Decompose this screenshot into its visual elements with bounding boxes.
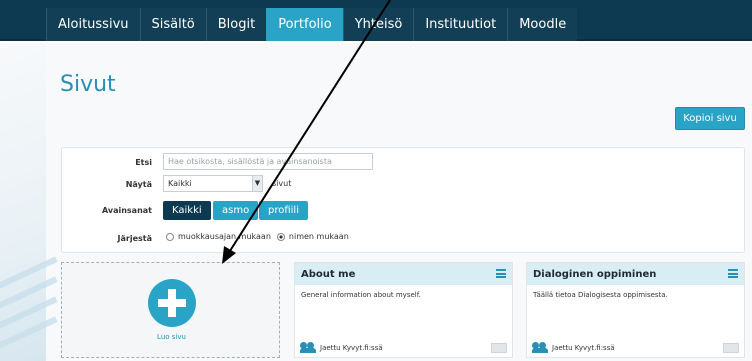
page-card-dialoginen[interactable]: Dialoginen oppiminen Täällä tietoa Dialo… [526,262,745,358]
card-action-box[interactable] [491,343,507,353]
card-action-box[interactable] [723,343,739,353]
card-title-text[interactable]: Dialoginen oppiminen [533,269,656,280]
nav-item-blogit[interactable]: Blogit [205,8,267,41]
menu-icon[interactable] [496,269,506,278]
page-title: Sivut [60,72,116,97]
sort-label: Järjestä [117,234,152,243]
tag-asmo[interactable]: asmo [213,201,259,220]
create-page-card[interactable]: Luo sivu [61,262,280,358]
nav-item-portfolio[interactable]: Portfolio [266,8,343,41]
menu-icon[interactable] [728,269,738,278]
sort-radio-modified[interactable] [166,232,174,241]
create-page-label[interactable]: Luo sivu [62,333,281,341]
tag-kaikki[interactable]: Kaikki [163,201,211,220]
tag-profiili[interactable]: profiili [259,201,308,220]
sort-option-name-label: nimen mukaan [288,232,349,241]
copy-page-button[interactable]: Kopioi sivu [675,107,745,130]
nav-item-yhteiso[interactable]: Yhteisö [342,8,414,41]
filter-panel: Etsi Hae otsikosta, sisällöstä ja avains… [61,147,745,253]
card-footer: Jaettu Kyvyt.fi:ssä [300,342,383,353]
sort-option-modified-label: muokkausajan mukaan [178,232,271,241]
card-title[interactable]: About me [295,263,512,285]
group-icon [532,342,548,353]
card-description: General information about myself. [301,291,421,299]
page-card-about-me[interactable]: About me General information about mysel… [294,262,513,358]
card-title[interactable]: Dialoginen oppiminen [527,263,744,285]
tags-label: Avainsanat [101,206,152,215]
show-select-value: Kaikki [168,179,192,188]
main-nav: Aloitussivu Sisältö Blogit Portfolio Yht… [46,8,578,41]
shared-text: Jaettu Kyvyt.fi:ssä [552,343,615,352]
nav-item-moodle[interactable]: Moodle [507,8,578,41]
sort-radio-name[interactable] [276,232,285,241]
plus-icon[interactable] [148,279,196,327]
show-select[interactable]: Kaikki ▼ [163,175,263,192]
search-input[interactable]: Hae otsikosta, sisällöstä ja avainsanois… [163,153,373,170]
sort-options: muokkausajan mukaan nimen mukaan [166,232,349,241]
card-footer: Jaettu Kyvyt.fi:ssä [532,342,615,353]
show-label: Näytä [125,180,152,189]
card-description: Täällä tietoa Dialogisesta oppimisesta. [533,291,668,299]
left-decoration [0,43,58,361]
top-navigation-bar: Aloitussivu Sisältö Blogit Portfolio Yht… [0,0,752,41]
card-title-text[interactable]: About me [301,269,355,280]
nav-item-aloitussivu[interactable]: Aloitussivu [46,8,140,41]
group-icon [300,342,316,353]
show-suffix: sivut [272,179,292,188]
search-label: Etsi [135,158,152,167]
nav-item-sisalto[interactable]: Sisältö [139,8,206,41]
chevron-down-icon[interactable]: ▼ [252,176,262,191]
nav-item-instituutiot[interactable]: Instituutiot [413,8,508,41]
shared-text: Jaettu Kyvyt.fi:ssä [320,343,383,352]
